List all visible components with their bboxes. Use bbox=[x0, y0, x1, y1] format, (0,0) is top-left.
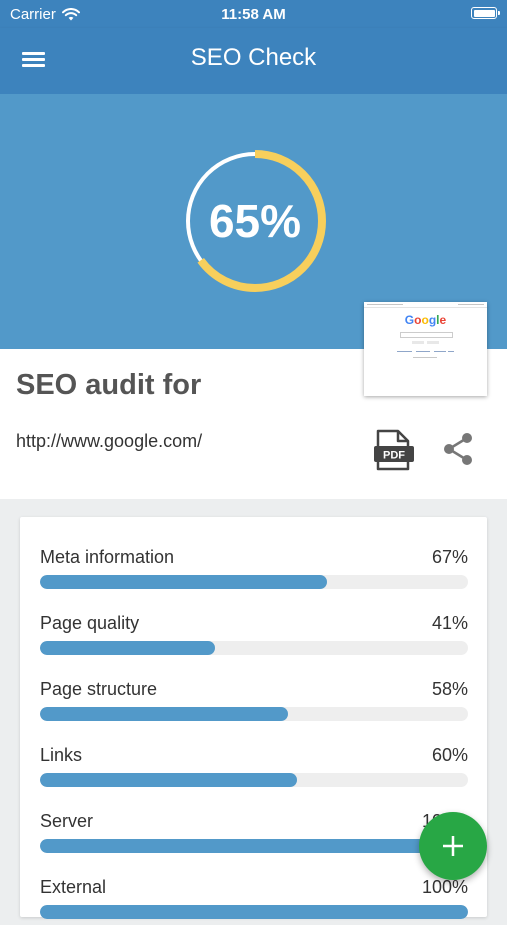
plus-icon bbox=[443, 836, 463, 856]
pdf-icon[interactable]: PDF bbox=[372, 429, 416, 471]
metric-progress-track bbox=[40, 707, 468, 721]
google-logo: Google bbox=[404, 313, 447, 327]
metric-label: Links bbox=[40, 745, 83, 765]
audit-title: SEO audit for bbox=[16, 369, 202, 401]
metric-progress-fill bbox=[40, 905, 468, 919]
metric-row: Page structure 58% bbox=[40, 679, 468, 727]
metric-row: Meta information 67% bbox=[40, 547, 468, 595]
metric-progress-fill bbox=[40, 575, 327, 589]
metric-progress-track bbox=[40, 773, 468, 787]
battery-icon bbox=[471, 7, 500, 19]
clock: 11:58 AM bbox=[221, 6, 286, 23]
metric-value: 67% bbox=[431, 547, 468, 567]
website-thumbnail[interactable]: Google bbox=[364, 302, 487, 396]
metric-row: Page quality 41% bbox=[40, 613, 468, 661]
metric-label: External bbox=[40, 877, 107, 897]
share-icon[interactable] bbox=[440, 431, 476, 467]
metric-value: 100% bbox=[421, 877, 468, 897]
pdf-label: PDF bbox=[383, 450, 405, 462]
metric-progress-track bbox=[40, 641, 468, 655]
add-button[interactable] bbox=[419, 812, 487, 880]
metrics-card: Meta information 67% Page quality 41% Pa… bbox=[20, 517, 487, 919]
metric-progress-fill bbox=[40, 773, 297, 787]
app-bar: SEO Check bbox=[0, 28, 507, 94]
metric-row: Server 100% bbox=[40, 811, 468, 859]
metric-label: Meta information bbox=[40, 547, 175, 567]
metric-row: Links 60% bbox=[40, 745, 468, 793]
metric-progress-track bbox=[40, 575, 468, 589]
metric-label: Server bbox=[40, 811, 94, 831]
metric-progress-fill bbox=[40, 641, 216, 655]
metric-label: Page quality bbox=[40, 613, 140, 633]
metric-progress-fill bbox=[40, 707, 289, 721]
metric-progress-fill bbox=[40, 839, 468, 853]
audit-url: http://www.google.com/ bbox=[16, 431, 203, 451]
metric-value: 60% bbox=[431, 745, 468, 765]
metric-progress-track bbox=[40, 839, 468, 853]
metric-value: 41% bbox=[431, 613, 468, 633]
page-title: SEO Check bbox=[190, 44, 317, 71]
metric-label: Page structure bbox=[40, 679, 158, 699]
metric-progress-track bbox=[40, 905, 468, 919]
status-bar: Carrier 11:58 AM bbox=[0, 0, 507, 28]
metric-value: 58% bbox=[431, 679, 468, 699]
score-value: 65% bbox=[208, 195, 302, 247]
metric-row: External 100% bbox=[40, 877, 468, 925]
